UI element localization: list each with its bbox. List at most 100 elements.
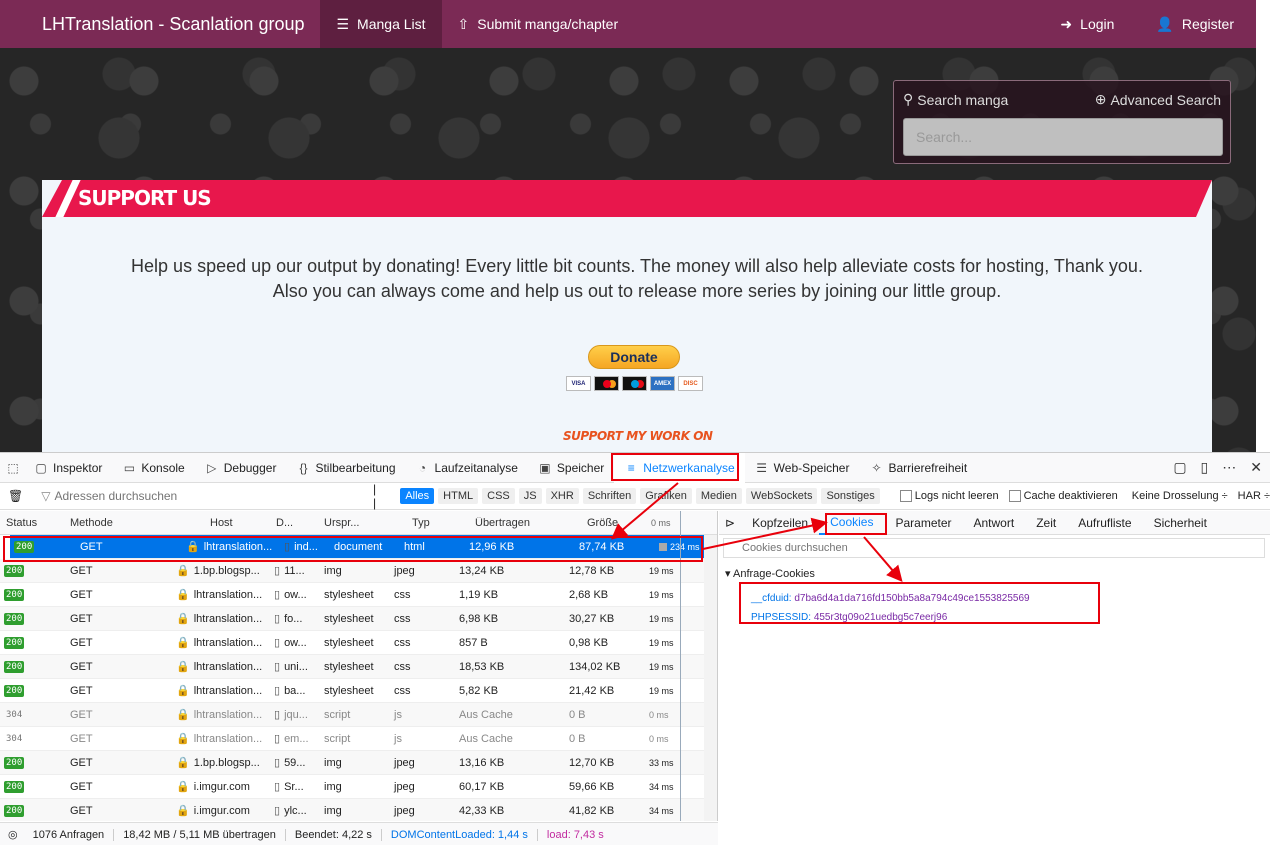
filter-xhr[interactable]: XHR bbox=[545, 488, 579, 504]
table-row[interactable]: 200 GET 🔒 lhtranslation... ▯ ow... stylesheet c… bbox=[0, 631, 717, 655]
table-row[interactable]: 200 GET 🔒 i.imgur.com ▯ ylc... img jpeg 42,33 KB… bbox=[0, 799, 717, 821]
transferred-cell: 1,19 KB bbox=[459, 588, 499, 601]
tab-aufrufliste[interactable]: Aufrufliste bbox=[1067, 511, 1142, 535]
status-cell: 200 bbox=[0, 780, 60, 793]
trash-icon[interactable]: 🗑 bbox=[8, 489, 23, 503]
col-size[interactable]: Größe bbox=[563, 517, 643, 529]
type-cell: jpeg bbox=[394, 564, 415, 577]
status-badge: 200 bbox=[4, 661, 25, 673]
pause-button[interactable]: | | bbox=[373, 482, 382, 510]
transferred-cell: 5,82 KB bbox=[459, 684, 499, 697]
size-cell: 41,82 KB bbox=[569, 804, 615, 817]
file-icon: ▯ bbox=[274, 757, 281, 769]
tab-sicherheit[interactable]: Sicherheit bbox=[1143, 511, 1218, 535]
col-status[interactable]: Status bbox=[0, 517, 60, 529]
disable-cache-checkbox[interactable]: Cache deaktivieren bbox=[1008, 490, 1118, 502]
search-input[interactable] bbox=[903, 118, 1223, 156]
file-text: ow... bbox=[284, 637, 307, 649]
tab-laufzeitanalyse[interactable]: ◔ Laufzeitanalyse bbox=[406, 453, 528, 483]
status-badge: 304 bbox=[6, 734, 23, 744]
tab-inspektor[interactable]: ▢ Inspektor bbox=[24, 453, 112, 483]
method-cell: GET bbox=[70, 660, 93, 673]
tab-parameter[interactable]: Parameter bbox=[884, 511, 962, 535]
filter-js[interactable]: JS bbox=[518, 488, 542, 504]
table-row[interactable]: 200 GET 🔒 lhtranslation... ▯ ba... stylesheet c… bbox=[0, 679, 717, 703]
responsive-icon[interactable]: ▯ bbox=[1201, 459, 1209, 476]
tab-label: Inspektor bbox=[53, 460, 103, 475]
tab-web-speicher[interactable]: ☰ Web-Speicher bbox=[745, 453, 860, 483]
site-brand[interactable]: LHTranslation - Scanlation group bbox=[0, 0, 320, 48]
table-row[interactable]: 304 GET 🔒 lhtranslation... ▯ em... script js Aus… bbox=[0, 727, 717, 751]
checkbox-box[interactable] bbox=[1008, 490, 1021, 502]
status-cell: 304 bbox=[0, 708, 60, 721]
table-row[interactable]: 200 GET 🔒 lhtranslation... ▯ ow... stylesheet c… bbox=[0, 583, 717, 607]
host-text: lhtranslation... bbox=[193, 637, 263, 649]
type-cell: css bbox=[394, 636, 411, 649]
transferred-cell: 60,17 KB bbox=[459, 780, 505, 793]
support-work-banner[interactable]: SUPPORT MY WORK ON bbox=[563, 429, 713, 443]
tab-kopfzeilen[interactable]: Kopfzeilen bbox=[741, 511, 819, 535]
file-text: uni... bbox=[284, 661, 308, 673]
url-filter-input[interactable] bbox=[54, 489, 356, 503]
throttle-select[interactable]: Keine Drosselung ÷ bbox=[1132, 490, 1228, 502]
dock-icon[interactable]: ▢ bbox=[1173, 459, 1186, 476]
tab-barrierefreiheit[interactable]: ✧ Barrierefreiheit bbox=[859, 453, 977, 483]
nav-label: Login bbox=[1080, 16, 1115, 32]
tab-debugger[interactable]: ▷ Debugger bbox=[195, 453, 287, 483]
donate-button[interactable]: Donate bbox=[588, 345, 680, 369]
tab-antwort[interactable]: Antwort bbox=[963, 511, 1026, 535]
nav-register[interactable]: 👤 Register bbox=[1136, 0, 1256, 48]
checkbox-box[interactable] bbox=[899, 490, 912, 502]
col-method[interactable]: Methode bbox=[60, 517, 170, 529]
file-cell: ▯ em... bbox=[268, 732, 318, 745]
support-line-1: Help us speed up our output by donating!… bbox=[131, 256, 1143, 276]
file-text: fo... bbox=[284, 613, 303, 625]
table-scrollbar[interactable] bbox=[704, 535, 717, 821]
cause-cell: img bbox=[324, 756, 342, 769]
col-transferred[interactable]: Übertragen bbox=[453, 517, 563, 529]
advanced-search-link[interactable]: ⊕ Advanced Search bbox=[1095, 91, 1221, 108]
col-cause[interactable]: Urspr... bbox=[318, 517, 388, 529]
persist-logs-checkbox[interactable]: Logs nicht leeren bbox=[899, 490, 999, 502]
har-menu[interactable]: HAR ÷ bbox=[1238, 490, 1270, 502]
pick-element-icon[interactable]: ⬚ bbox=[6, 461, 20, 475]
table-row[interactable]: 200 GET 🔒 lhtranslation... ▯ fo... stylesheet c… bbox=[0, 607, 717, 631]
search-label-text: Search manga bbox=[917, 91, 1009, 108]
nav-submit-manga[interactable]: ⇧ Submit manga/chapter bbox=[442, 0, 635, 48]
filter-alles[interactable]: Alles bbox=[400, 488, 435, 504]
support-text: Help us speed up our output by donating!… bbox=[42, 254, 1232, 304]
tab-zeit[interactable]: Zeit bbox=[1025, 511, 1067, 535]
nav-login[interactable]: ➜ Login bbox=[1040, 0, 1136, 48]
filter-html[interactable]: HTML bbox=[438, 488, 479, 504]
size-cell: 134,02 KB bbox=[569, 660, 621, 673]
cookie-section-header[interactable]: ▾ Anfrage-Cookies bbox=[719, 567, 1270, 580]
table-row[interactable]: 200 GET 🔒 i.imgur.com ▯ Sr... img jpeg 60,17 KB 5… bbox=[0, 775, 717, 799]
table-row[interactable]: 200 GET 🔒 1.bp.blogsp... ▯ 11... img jpeg 13,24 … bbox=[0, 559, 717, 583]
nav-manga-list[interactable]: ☰ Manga List bbox=[320, 0, 442, 48]
table-row[interactable]: 304 GET 🔒 lhtranslation... ▯ jqu... script js Au… bbox=[0, 703, 717, 727]
col-host[interactable]: Host bbox=[170, 517, 268, 529]
performance-icon[interactable]: ◎ bbox=[8, 828, 24, 841]
col-timeline[interactable]: 0 ms bbox=[643, 518, 691, 528]
cookie-filter-input[interactable] bbox=[723, 538, 1265, 558]
network-status-bar: ◎ 1076 Anfragen 18,42 MB / 5,11 MB übert… bbox=[0, 822, 718, 845]
filter-sonstiges[interactable]: Sonstiges bbox=[821, 488, 880, 504]
filter-websockets[interactable]: WebSockets bbox=[745, 488, 818, 504]
more-options-icon[interactable]: ⋯ bbox=[1222, 459, 1236, 476]
col-file[interactable]: D... bbox=[268, 517, 318, 529]
filter-medien[interactable]: Medien bbox=[695, 488, 742, 504]
tab-speicher[interactable]: ▣ Speicher bbox=[528, 453, 614, 483]
table-row[interactable]: 200 GET 🔒 1.bp.blogsp... ▯ 59... img jpeg 13,16 … bbox=[0, 751, 717, 775]
filter-schriften[interactable]: Schriften bbox=[582, 488, 637, 504]
close-icon[interactable]: ✕ bbox=[1250, 459, 1262, 476]
filter-grafiken[interactable]: Grafiken bbox=[640, 488, 692, 504]
tab-konsole[interactable]: ▭ Konsole bbox=[112, 453, 194, 483]
filter-css[interactable]: CSS bbox=[482, 488, 515, 504]
tab-netzwerkanalyse[interactable]: ≡ Netzwerkanalyse bbox=[611, 452, 745, 483]
list-icon: ☰ bbox=[336, 15, 350, 32]
col-type[interactable]: Typ bbox=[388, 517, 453, 529]
tab-stilbearbeitung[interactable]: {} Stilbearbeitung bbox=[286, 453, 405, 483]
table-row[interactable]: 200 GET 🔒 lhtranslation... ▯ uni... stylesheet… bbox=[0, 655, 717, 679]
status-cell: 200 bbox=[0, 804, 60, 817]
toggle-panel-icon[interactable]: ⊳ bbox=[719, 516, 741, 530]
